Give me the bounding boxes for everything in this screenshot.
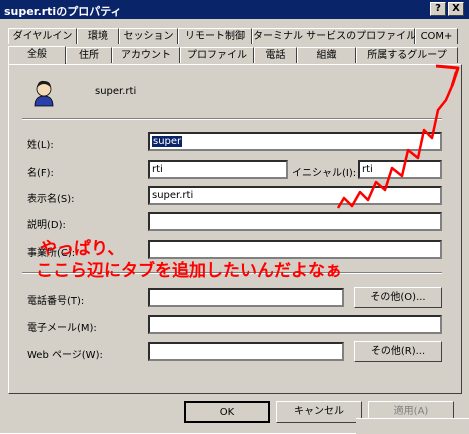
annotation-arrow (336, 64, 460, 209)
taskbar-tray (356, 418, 469, 434)
annotation-line-2: ここら辺にタブを追加したいんだよなぁ (36, 261, 342, 281)
tab-general[interactable]: 全般 (8, 46, 66, 64)
